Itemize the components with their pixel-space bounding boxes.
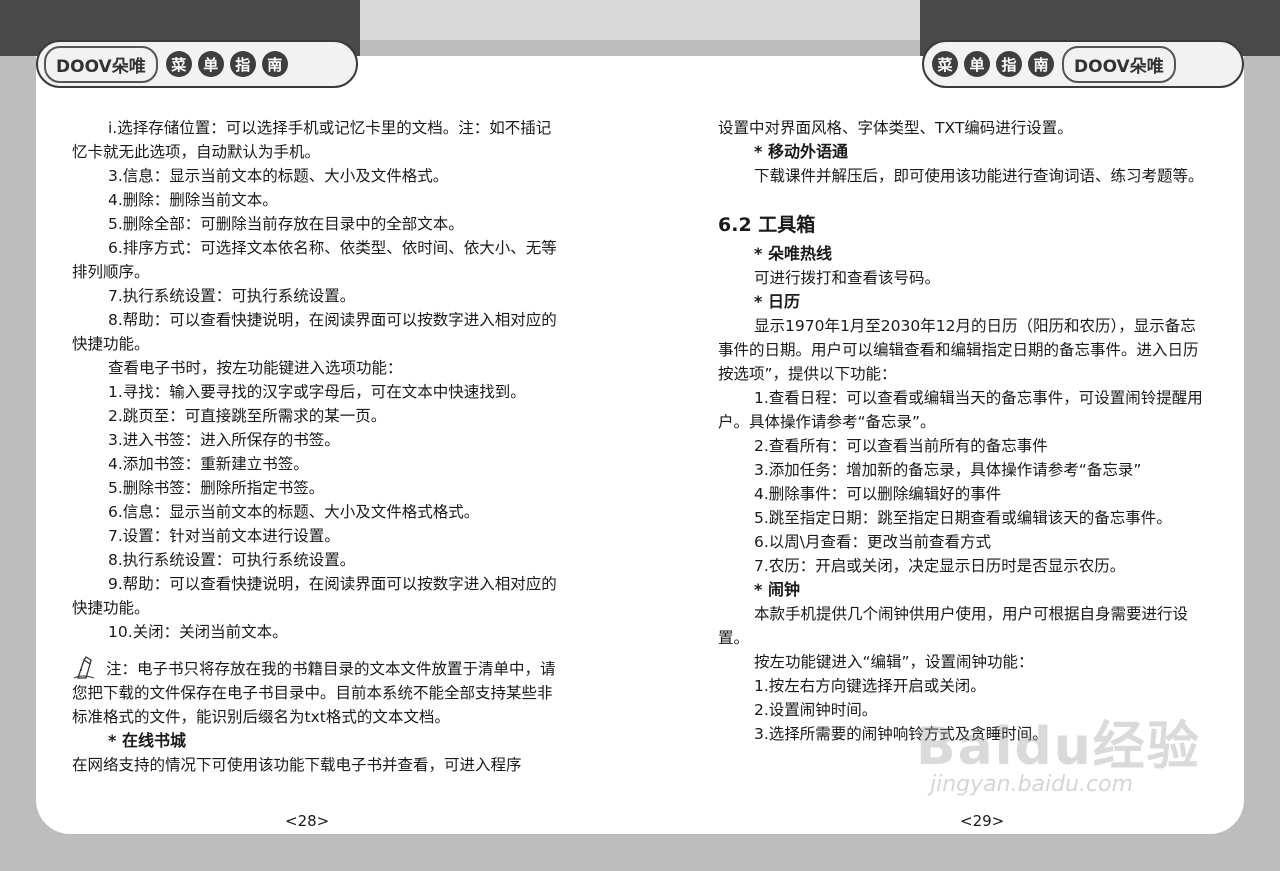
page-number-right: <29> (960, 812, 1005, 830)
paragraph: 设置中对界面风格、字体类型、TXT编码进行设置。 (718, 119, 1073, 137)
paragraph: 6.排序方式：可选择文本依名称、依类型、依时间、依大小、无等排列顺序。 (72, 239, 557, 281)
paragraph: 3.进入书签：进入所保存的书签。 (108, 431, 340, 449)
doov-logo: DOOV朵唯 (44, 45, 158, 83)
right-page-content: 设置中对界面风格、字体类型、TXT编码进行设置。 * 移动外语通 下载课件并解压… (718, 116, 1208, 746)
page-number-left: <28> (285, 812, 330, 830)
note-paragraph: 注：电子书只将存放在我的书籍目录的文本文件放置于清单中，请您把下载的文件保存在电… (72, 656, 564, 729)
baidu-watermark-url: jingyan.baidu.com (930, 772, 1134, 797)
baidu-watermark: Baidu经验 (916, 717, 1201, 777)
doov-logo: DOOV朵唯 (1062, 45, 1176, 83)
section-title: 6.2 工具箱 (718, 214, 816, 236)
menu-char: 指 (229, 51, 256, 77)
right-header: 菜 单 指 南 DOOV朵唯 (922, 40, 1244, 88)
left-page-content: i.选择存储位置：可以选择手机或记忆卡里的文档。注：如不插记忆卡就无此选项，自动… (72, 116, 564, 777)
heading-hotline: * 朵唯热线 (754, 244, 832, 263)
list-item: 7.农历：开启或关闭，决定显示日历时是否显示农历。 (754, 557, 1126, 575)
note-text: 注：电子书只将存放在我的书籍目录的文本文件放置于清单中，请您把下载的文件保存在电… (72, 660, 556, 726)
menu-char: 单 (197, 51, 224, 77)
menu-char: 南 (1028, 51, 1054, 77)
menu-char: 菜 (932, 51, 958, 77)
paragraph: 本款手机提供几个闹钟供用户使用，用户可根据自身需要进行设置。 (718, 605, 1189, 647)
paragraph: i.选择存储位置：可以选择手机或记忆卡里的文档。注：如不插记忆卡就无此选项，自动… (72, 119, 552, 161)
top-strip (340, 0, 940, 40)
paragraph: 8.帮助：可以查看快捷说明，在阅读界面可以按数字进入相对应的快捷功能。 (72, 311, 557, 353)
paragraph: 显示1970年1月至2030年12月的日历（阳历和农历），显示备忘事件的日期。用… (718, 317, 1199, 383)
paragraph: 5.删除书签：删除所指定书签。 (108, 479, 325, 497)
heading-alarm: * 闹钟 (754, 580, 800, 599)
paragraph: 7.设置：针对当前文本进行设置。 (108, 527, 340, 545)
paragraph: 下载课件并解压后，即可使用该功能进行查询词语、练习考题等。 (754, 167, 1204, 185)
menu-char: 单 (964, 51, 990, 77)
paragraph: 4.删除：删除当前文本。 (108, 191, 278, 209)
paragraph: 在网络支持的情况下可使用该功能下载电子书并查看，可进入程序 (72, 756, 522, 774)
menu-guide-title: 菜 单 指 南 (158, 51, 296, 77)
menu-guide-title: 菜 单 指 南 (924, 51, 1062, 77)
paragraph: 10.关闭：关闭当前文本。 (108, 623, 288, 641)
paragraph: 可进行拨打和查看该号码。 (754, 269, 941, 287)
list-item: 6.以周\月查看：更改当前查看方式 (754, 533, 992, 551)
list-item: 2.查看所有：可以查看当前所有的备忘事件 (754, 437, 1048, 455)
paragraph: 1.寻找：输入要寻找的汉字或字母后，可在文本中快速找到。 (108, 383, 526, 401)
list-item: 3.添加任务：增加新的备忘录，具体操作请参考“备忘录” (754, 461, 1142, 479)
paragraph: 按左功能键进入“编辑”，设置闹钟功能： (754, 653, 1034, 671)
paragraph: 查看电子书时，按左功能键进入选项功能： (108, 359, 403, 377)
list-item: 4.删除事件：可以删除编辑好的事件 (754, 485, 1002, 503)
list-item: 1.查看日程：可以查看或编辑当天的备忘事件，可设置闹铃提醒用户。具体操作请参考“… (718, 389, 1203, 431)
paragraph: 6.信息：显示当前文本的标题、大小及文件格式格式。 (108, 503, 480, 521)
menu-char: 指 (996, 51, 1022, 77)
heading-calendar: * 日历 (754, 292, 800, 311)
left-header: DOOV朵唯 菜 单 指 南 (36, 40, 358, 88)
paragraph: 2.跳页至：可直接跳至所需求的某一页。 (108, 407, 387, 425)
logo-text: DOOV朵唯 (56, 56, 146, 77)
heading-mobile-language: * 移动外语通 (754, 142, 848, 161)
list-item: 5.跳至指定日期：跳至指定日期查看或编辑该天的备忘事件。 (754, 509, 1172, 527)
paragraph: 4.添加书签：重新建立书签。 (108, 455, 309, 473)
paragraph: 8.执行系统设置：可执行系统设置。 (108, 551, 356, 569)
paragraph: 3.信息：显示当前文本的标题、大小及文件格式。 (108, 167, 449, 185)
paragraph: 5.删除全部：可删除当前存放在目录中的全部文本。 (108, 215, 464, 233)
heading-online-bookstore: * 在线书城 (108, 731, 186, 750)
logo-text: DOOV朵唯 (1074, 56, 1164, 77)
pencil-note-icon (72, 656, 106, 680)
list-item: 1.按左右方向键选择开启或关闭。 (754, 677, 986, 695)
menu-char: 菜 (165, 51, 192, 77)
paragraph: 9.帮助：可以查看快捷说明，在阅读界面可以按数字进入相对应的快捷功能。 (72, 575, 557, 617)
menu-char: 南 (261, 51, 288, 77)
paragraph: 7.执行系统设置：可执行系统设置。 (108, 287, 356, 305)
